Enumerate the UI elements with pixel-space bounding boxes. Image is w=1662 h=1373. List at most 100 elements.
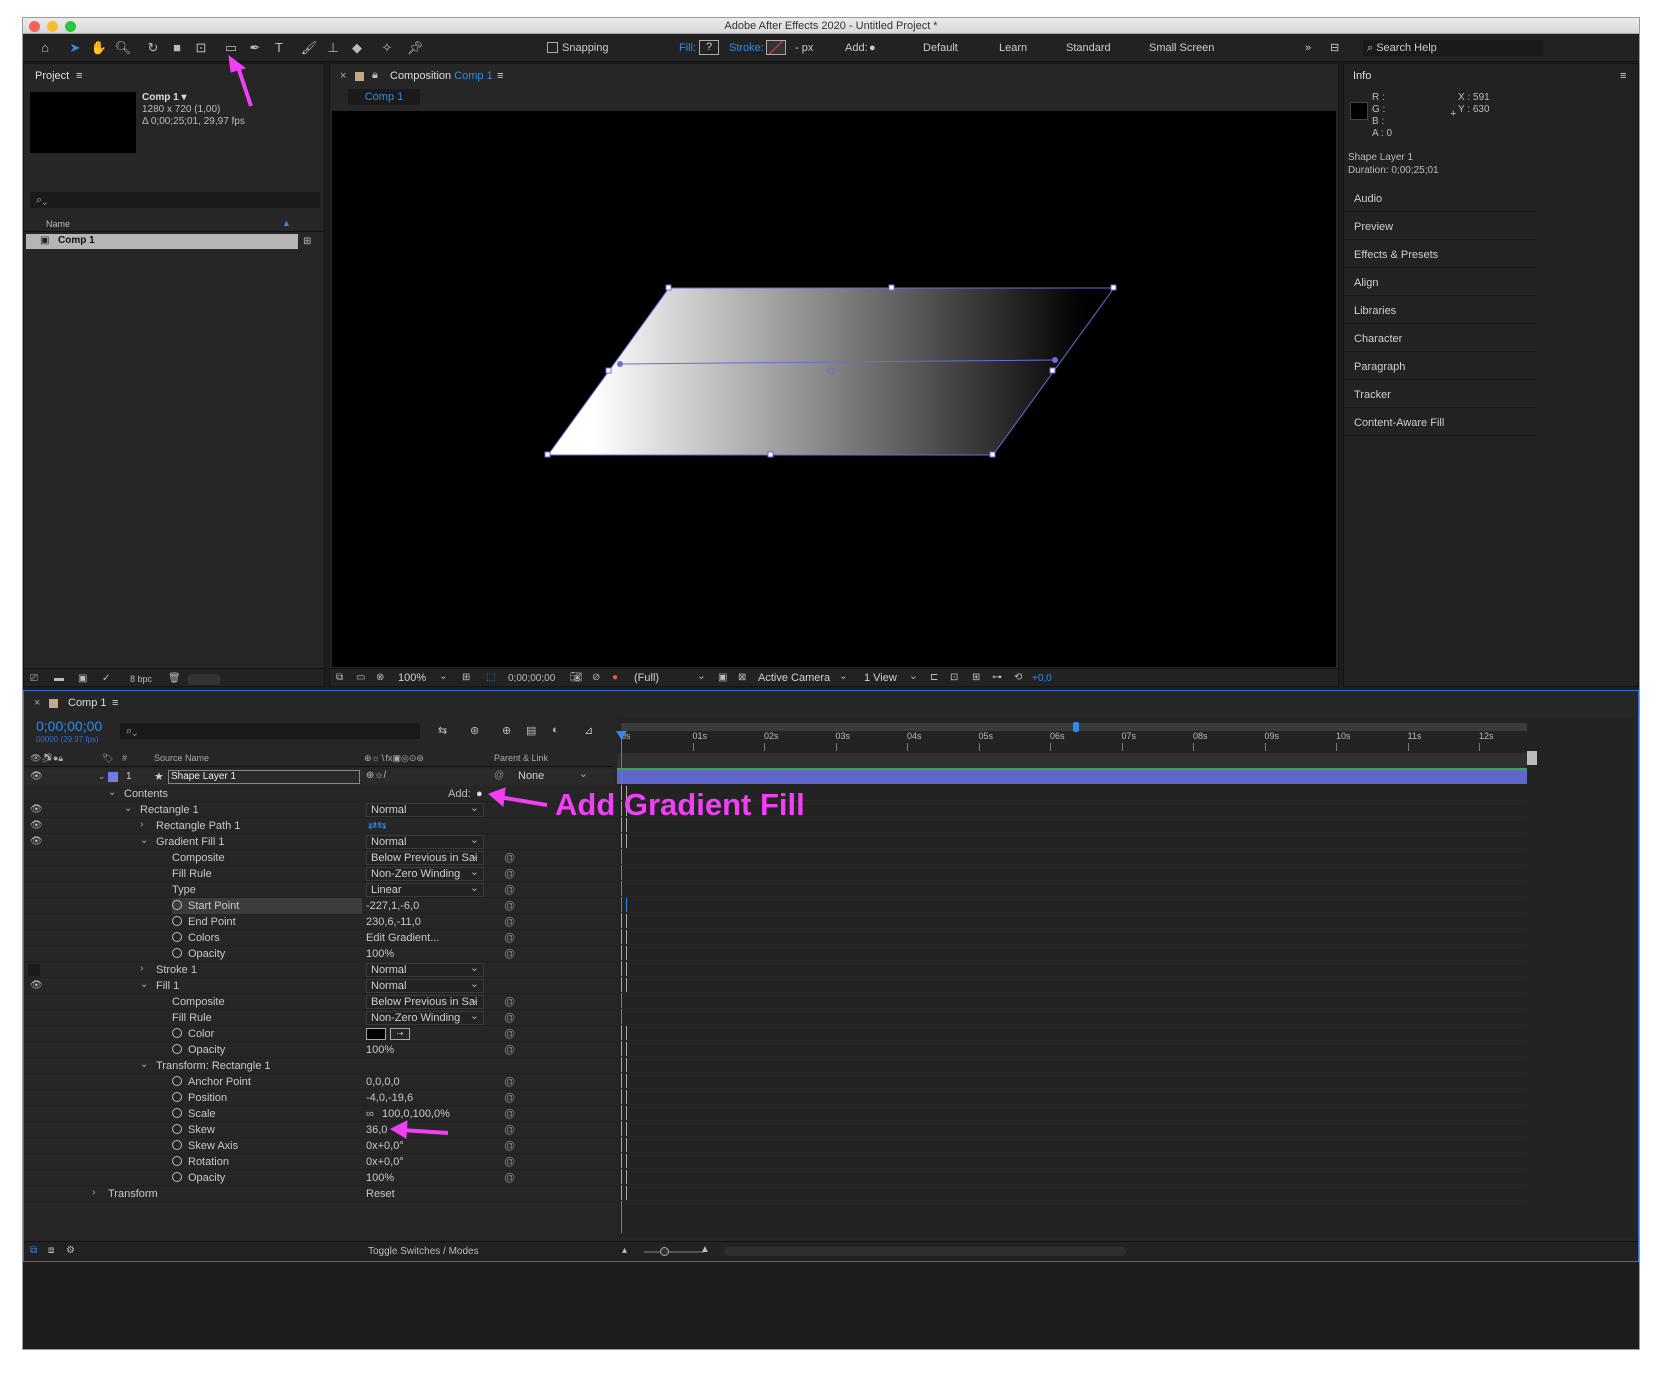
safe-zones-icon[interactable]: ⊞ <box>462 672 470 683</box>
property-row-fill-color[interactable]: Color ⇢ @ <box>24 1026 614 1042</box>
visibility-eye-icon[interactable]: 👁︎ <box>30 834 43 850</box>
vertex-handle[interactable] <box>1110 284 1117 291</box>
expression-pick-whip-icon[interactable]: @ <box>504 914 516 930</box>
vertex-handle[interactable] <box>989 451 996 458</box>
always-preview-icon[interactable]: ⧉ <box>336 672 343 683</box>
3d-glasses-icon[interactable]: ⊗ <box>376 672 384 683</box>
visibility-eye-icon[interactable]: 👁︎ <box>30 769 43 785</box>
visibility-eye-icon[interactable]: 👁︎ <box>30 818 43 834</box>
parallelogram-shape[interactable] <box>547 287 1115 456</box>
stopwatch-icon[interactable] <box>172 1044 182 1054</box>
sync-settings-icon[interactable]: ⊟ <box>1330 40 1339 56</box>
audio-panel-tab[interactable]: Audio <box>1344 186 1536 212</box>
search-help-field[interactable]: ⌕ Search Help <box>1363 40 1543 56</box>
vertex-handle[interactable] <box>767 451 774 458</box>
expression-pick-whip-icon[interactable]: @ <box>504 930 516 946</box>
property-dropdown-fill-rule[interactable]: Non-Zero Winding <box>366 1011 484 1025</box>
zoom-out-icon[interactable]: ▴ <box>622 1245 627 1256</box>
layer-row-shape-layer-1[interactable]: 👁︎ ⌄ 1 ★ Shape Layer 1 ⊕☼/ @ None <box>24 769 614 785</box>
property-dropdown-gradient-fill-1[interactable]: Normal <box>366 835 484 849</box>
layer-bar[interactable] <box>617 770 1527 784</box>
stroke-swatch[interactable] <box>766 40 786 55</box>
visibility-toggle[interactable] <box>28 964 40 976</box>
stopwatch-icon[interactable] <box>172 932 182 942</box>
property-row-fill-opacity[interactable]: Opacity 100% @ <box>24 1042 614 1058</box>
property-value-scale[interactable]: 100,0,100,0% <box>382 1106 450 1122</box>
pan-behind-tool-icon[interactable]: ⊡ <box>191 39 211 57</box>
property-row-transform-opacity[interactable]: Opacity 100% @ <box>24 1170 614 1186</box>
property-dropdown-stroke-1[interactable]: Normal <box>366 963 484 977</box>
property-value-transform-opacity[interactable]: 100% <box>366 1170 394 1186</box>
property-row-gradient-fill-rule[interactable]: Fill Rule Non-Zero Winding @ <box>24 866 614 882</box>
effects-presets-panel-tab[interactable]: Effects & Presets <box>1344 242 1536 268</box>
property-value-fill-opacity[interactable]: 100% <box>366 1042 394 1058</box>
adjust-icon[interactable]: ✓ <box>102 673 110 684</box>
shy-layers-icon[interactable]: ⊕ <box>502 724 511 737</box>
property-row-gradient-fill-1[interactable]: 👁︎ ⌄ Gradient Fill 1 Normal <box>24 834 614 850</box>
expand-chevron-icon[interactable]: ⌄ <box>98 771 106 782</box>
motion-blur-icon[interactable]: ◐ <box>552 724 559 736</box>
property-value-skew[interactable]: 36,0 <box>366 1122 387 1138</box>
align-panel-tab[interactable]: Align <box>1344 270 1536 296</box>
property-row-fill-composite[interactable]: Composite Below Previous in Sai @ <box>24 994 614 1010</box>
stopwatch-icon[interactable] <box>172 1076 182 1086</box>
workspace-standard[interactable]: Standard <box>1066 40 1111 56</box>
stopwatch-icon[interactable] <box>172 1140 182 1150</box>
new-folder-icon[interactable]: ▬ <box>54 673 64 684</box>
tracker-panel-tab[interactable]: Tracker <box>1344 382 1536 408</box>
property-row-fill-1[interactable]: 👁︎ ⌄ Fill 1 Normal <box>24 978 614 994</box>
expression-pick-whip-icon[interactable]: @ <box>504 1154 516 1170</box>
preview-panel-tab[interactable]: Preview <box>1344 214 1536 240</box>
property-row-anchor-point[interactable]: Anchor Point 0,0,0,0 @ <box>24 1074 614 1090</box>
timeline-icon[interactable]: ⊞ <box>972 672 980 683</box>
camera-tool-icon[interactable]: ■ <box>167 39 187 57</box>
graph-editor-icon[interactable]: ⊿ <box>584 724 593 737</box>
vertex-handle[interactable] <box>888 284 895 291</box>
selection-tool-icon[interactable]: ➤ <box>65 39 85 57</box>
property-value-gradient-colors[interactable]: Edit Gradient... <box>366 930 439 946</box>
property-value-start-point[interactable]: -227,1,-6,0 <box>366 898 419 914</box>
expression-pick-whip-icon[interactable]: @ <box>504 1170 516 1186</box>
project-panel-title[interactable]: Project <box>35 70 69 82</box>
stopwatch-icon[interactable] <box>172 948 182 958</box>
property-value-gradient-opacity[interactable]: 100% <box>366 946 394 962</box>
timeline-horizontal-scrollbar[interactable] <box>724 1247 1126 1256</box>
trash-icon[interactable]: 🗑︎ <box>168 673 181 684</box>
expand-chevron-icon[interactable]: ⌄ <box>140 835 148 846</box>
source-name-header[interactable]: Source Name <box>154 753 209 763</box>
info-panel-title[interactable]: Info <box>1353 70 1371 82</box>
pen-tool-icon[interactable]: ✒ <box>245 39 265 57</box>
rotation-tool-icon[interactable]: ↻ <box>143 39 163 57</box>
workspace-small-screen[interactable]: Small Screen <box>1149 40 1214 56</box>
more-workspaces-icon[interactable]: » <box>1305 40 1311 56</box>
property-row-scale[interactable]: Scale 100,0,100,0% ∞ @ <box>24 1106 614 1122</box>
column-name-header[interactable]: Name <box>46 219 70 229</box>
property-row-start-point[interactable]: Start Point -227,1,-6,0 @ <box>24 898 614 914</box>
property-row-rectangle-1[interactable]: 👁︎ ⌄ Rectangle 1 Normal <box>24 802 614 818</box>
parent-link-header[interactable]: Parent & Link <box>494 753 548 763</box>
home-icon[interactable]: ⌂ <box>35 39 55 57</box>
property-row-rectangle-path-1[interactable]: 👁︎ › Rectangle Path 1 ⇄⇆ <box>24 818 614 834</box>
stopwatch-icon[interactable] <box>172 1092 182 1102</box>
property-row-transform-rectangle-1[interactable]: ⌄ Transform: Rectangle 1 <box>24 1058 614 1074</box>
property-row-end-point[interactable]: End Point 230,6,-11,0 @ <box>24 914 614 930</box>
sort-ascending-icon[interactable]: ▲ <box>282 218 291 228</box>
timeline-zoom-slider[interactable] <box>644 1251 704 1253</box>
stopwatch-icon[interactable] <box>172 1172 182 1182</box>
transparency-grid-icon[interactable]: ⊠ <box>738 672 746 683</box>
brush-tool-icon[interactable]: 🖌︎ <box>299 39 319 57</box>
fill-color-swatch[interactable] <box>366 1028 386 1040</box>
property-value-anchor-point[interactable]: 0,0,0,0 <box>366 1074 400 1090</box>
timeline-zoom-thumb[interactable] <box>660 1247 669 1256</box>
expression-pick-whip-icon[interactable]: @ <box>504 1042 516 1058</box>
resolution-dropdown[interactable]: (Full) <box>630 672 710 686</box>
fill-swatch[interactable]: ? <box>699 40 719 55</box>
new-comp-icon[interactable]: ▣ <box>78 673 87 684</box>
interpret-footage-icon[interactable]: ⎚ <box>30 673 38 684</box>
character-panel-tab[interactable]: Character <box>1344 326 1536 352</box>
composition-panel-title[interactable]: Composition Comp 1 <box>390 70 493 82</box>
time-ruler[interactable]: 0s 01s 02s 03s 04s 05s 06s 07s 08s 09s 10s 11s 12s <box>617 731 1527 751</box>
property-value-rotation[interactable]: 0x+0,0° <box>366 1154 404 1170</box>
expand-chevron-icon[interactable]: › <box>140 819 143 830</box>
property-row-transform[interactable]: › Transform Reset <box>24 1186 614 1202</box>
